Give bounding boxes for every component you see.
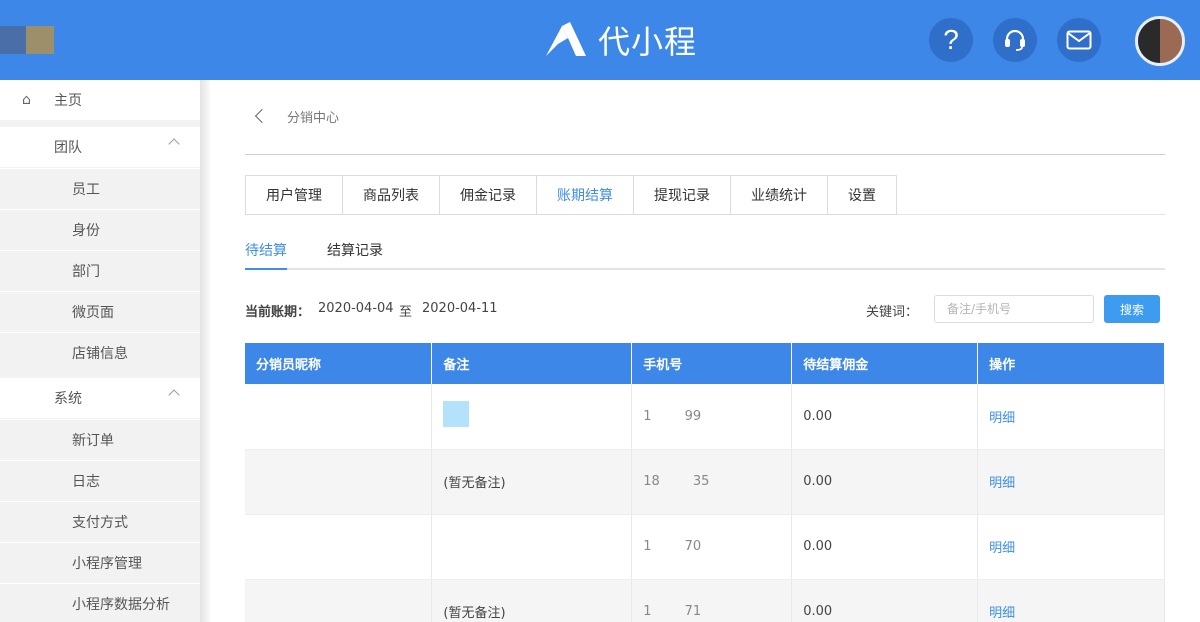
column-header-commission: 待结算佣金	[791, 343, 979, 384]
back-arrow-icon[interactable]	[254, 108, 270, 124]
tab-commission-records[interactable]: 佣金记录	[440, 176, 537, 214]
cell-commission: 0.00	[791, 449, 979, 515]
period-separator: 至	[399, 305, 413, 320]
divider	[897, 214, 1165, 215]
keyword-search-input[interactable]	[934, 295, 1094, 323]
settlement-table: 分销员昵称 备注 手机号 待结算佣金 操作 1 99 0.00 明细 (暂无备注…	[245, 343, 1165, 622]
table-row: 1 70 0.00 明细	[245, 514, 1165, 580]
cell-remark: (暂无备注)	[431, 449, 633, 515]
keyword-label: 关键词：	[866, 305, 919, 320]
main-content: 分销中心 用户管理 商品列表 佣金记录 账期结算 提现记录 业绩统计 设置 待结…	[245, 80, 1165, 622]
table-row: 1 99 0.00 明细	[245, 384, 1165, 450]
cell-nickname	[245, 514, 433, 580]
column-header-action: 操作	[977, 343, 1165, 384]
chevron-up-icon	[168, 389, 180, 401]
tab-settings[interactable]: 设置	[828, 176, 897, 214]
mail-icon[interactable]	[1057, 18, 1101, 62]
breadcrumb: 分销中心	[245, 106, 339, 126]
sidebar-item-payment[interactable]: 支付方式	[0, 501, 200, 541]
cell-remark	[431, 384, 633, 450]
sidebar-item-miniapp-analytics[interactable]: 小程序数据分析	[0, 583, 200, 622]
filter-row: 当前账期： 2020-04-04 至 2020-04-11 关键词： 搜索	[245, 294, 1165, 324]
divider	[245, 154, 1165, 155]
sidebar-item-identity[interactable]: 身份	[0, 209, 200, 249]
tab-product-list[interactable]: 商品列表	[343, 176, 440, 214]
cell-commission: 0.00	[791, 514, 979, 580]
table-header-row: 分销员昵称 备注 手机号 待结算佣金 操作	[245, 343, 1165, 384]
detail-link[interactable]: 明细	[989, 411, 1015, 426]
cell-action: 明细	[977, 449, 1165, 515]
tab-performance-stats[interactable]: 业绩统计	[731, 176, 828, 214]
period-start: 2020-04-04	[318, 301, 394, 316]
sidebar-item-micro-page[interactable]: 微页面	[0, 291, 200, 331]
cell-commission: 0.00	[791, 384, 979, 450]
sidebar-group-team[interactable]: 团队	[0, 127, 200, 167]
remark-image	[443, 401, 470, 428]
subtab-pending[interactable]: 待结算	[245, 240, 287, 270]
table-row: (暂无备注) 18 35 0.00 明细	[245, 449, 1165, 515]
column-header-remark: 备注	[431, 343, 633, 384]
help-icon[interactable]: ?	[929, 18, 973, 62]
sidebar-item-department[interactable]: 部门	[0, 250, 200, 290]
sidebar-group-system[interactable]: 系统	[0, 378, 200, 418]
brand-name: 代小程	[598, 23, 698, 61]
sidebar-item-miniapp-mgmt[interactable]: 小程序管理	[0, 542, 200, 582]
cell-action: 明细	[977, 384, 1165, 450]
cell-phone: 1 71	[631, 579, 793, 622]
detail-link[interactable]: 明细	[989, 541, 1015, 556]
sidebar-item-home[interactable]: ⌂ 主页	[0, 80, 200, 120]
cell-action: 明细	[977, 579, 1165, 622]
cell-action: 明细	[977, 514, 1165, 580]
tab-bar: 用户管理 商品列表 佣金记录 账期结算 提现记录 业绩统计 设置	[245, 175, 897, 215]
search-button[interactable]: 搜索	[1104, 295, 1160, 323]
column-header-phone: 手机号	[631, 343, 793, 384]
brand-logo-icon	[546, 22, 586, 56]
subtab-bar: 待结算 结算记录	[245, 240, 1165, 270]
cell-phone: 18 35	[631, 449, 793, 515]
sidebar-divider	[200, 80, 210, 622]
brand: 代小程	[540, 18, 697, 62]
cell-phone: 1 99	[631, 384, 793, 450]
company-logo	[0, 26, 54, 54]
tab-settlement[interactable]: 账期结算	[537, 176, 634, 214]
sidebar-item-logs[interactable]: 日志	[0, 460, 200, 500]
subtab-settled-records[interactable]: 结算记录	[327, 240, 387, 270]
cell-nickname	[245, 579, 433, 622]
sidebar-item-new-orders[interactable]: 新订单	[0, 419, 200, 459]
cell-nickname	[245, 449, 433, 515]
table-row: (暂无备注) 1 71 0.00 明细	[245, 579, 1165, 622]
tab-user-management[interactable]: 用户管理	[246, 176, 343, 214]
home-icon: ⌂	[22, 92, 31, 108]
detail-link[interactable]: 明细	[989, 606, 1015, 621]
headset-icon[interactable]	[993, 18, 1037, 62]
cell-commission: 0.00	[791, 579, 979, 622]
cell-nickname	[245, 384, 433, 450]
sidebar-item-store-info[interactable]: 店铺信息	[0, 332, 200, 372]
period-end: 2020-04-11	[422, 301, 498, 316]
period-label: 当前账期：	[245, 305, 311, 320]
sidebar-item-staff[interactable]: 员工	[0, 168, 200, 208]
cell-phone: 1 70	[631, 514, 793, 580]
chevron-up-icon	[168, 138, 180, 150]
tab-withdrawal-records[interactable]: 提现记录	[634, 176, 731, 214]
top-bar: 代小程 ?	[0, 0, 1200, 80]
cell-remark	[431, 514, 633, 580]
cell-remark: (暂无备注)	[431, 579, 633, 622]
detail-link[interactable]: 明细	[989, 476, 1015, 491]
avatar[interactable]	[1135, 16, 1185, 66]
sidebar: ⌂ 主页 团队 员工 身份 部门 微页面 店铺信息 系统 新订单 日志 支付方式…	[0, 80, 200, 622]
page-title: 分销中心	[287, 110, 340, 126]
column-header-nickname: 分销员昵称	[245, 343, 433, 384]
